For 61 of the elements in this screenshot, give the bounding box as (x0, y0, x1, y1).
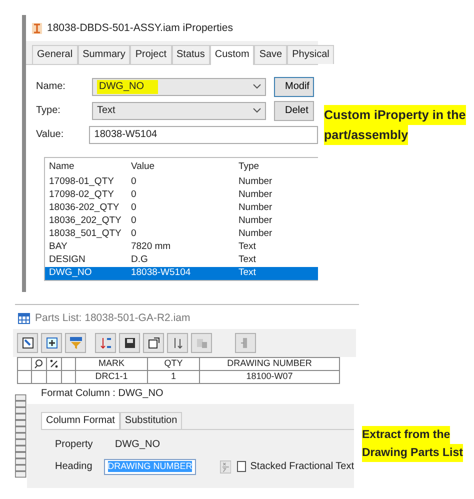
percent-icon (49, 358, 59, 370)
toolbar-button[interactable] (167, 332, 188, 353)
list-row[interactable]: BAY 7820 mm Text (45, 240, 318, 254)
app-icon (32, 22, 42, 34)
dialog-title: Format Column : DWG_NO (40, 386, 164, 401)
tab[interactable]: Custom (210, 44, 254, 65)
property-value: DWG_NO (115, 438, 160, 451)
tab[interactable]: Summary (78, 44, 130, 64)
field-label: Heading (55, 460, 94, 473)
list-row[interactable]: 18036_202_QTY 0 Number (45, 214, 318, 228)
table-cell: 18100-W07 (200, 370, 340, 384)
list-row[interactable]: DWG_NO 18038-W5104 Text (45, 266, 318, 280)
field-label: Value: (36, 128, 65, 141)
sort-icon (98, 336, 112, 350)
table-cell: 1 (148, 370, 200, 384)
column-header[interactable]: QTY (148, 357, 200, 370)
list-row[interactable]: DESIGN D.G Text (45, 254, 318, 267)
insert-row-icon (44, 336, 58, 350)
table-cell (62, 370, 76, 384)
table-cell (18, 370, 32, 384)
tab[interactable]: Column Format (41, 412, 120, 429)
field-label: Name: (36, 80, 66, 93)
field-label: Type: (36, 104, 62, 117)
dropdown-field[interactable]: DWG_NO (92, 78, 266, 96)
window-title: Parts List: 18038-501-GA-R2.iam (35, 312, 190, 325)
filter-icon (68, 336, 82, 350)
input-field[interactable]: 18038-W5104 (89, 126, 318, 144)
column-header[interactable]: MARK (76, 357, 148, 370)
tab[interactable]: General (32, 44, 78, 64)
tab[interactable]: Project (130, 44, 172, 64)
list-row[interactable]: 18036-202_QTY 0 Number (45, 202, 318, 215)
delete-button[interactable]: Delet (274, 100, 314, 121)
chevron-icon (253, 108, 261, 114)
tab[interactable]: Physical (287, 44, 334, 64)
list-row[interactable]: 17098-02_QTY 0 Number (45, 188, 318, 202)
checkbox[interactable] (236, 461, 246, 472)
fraction-icon (220, 458, 231, 475)
chevron-icon (253, 84, 261, 90)
field-label: Property (55, 438, 94, 451)
toolbar-button[interactable] (119, 332, 140, 353)
tab[interactable]: Save (254, 44, 288, 64)
save-icon (122, 336, 136, 350)
window-title: 18038-DBDS-501-ASSY.iam iProperties (47, 22, 233, 35)
list-row[interactable]: 18038_501_QTY 0 Number (45, 228, 318, 241)
column-header[interactable]: Name (45, 158, 127, 176)
search-icon (34, 358, 44, 370)
table-cell: DRC1-1 (76, 370, 148, 384)
list-row[interactable]: 17098-01_QTY 0 Number (45, 176, 318, 189)
modify-button[interactable]: Modif (274, 76, 314, 97)
dropdown-field[interactable]: Text (92, 102, 266, 120)
annotation-text: Extract from the Drawing Parts List (362, 426, 474, 462)
table-icon (18, 312, 30, 324)
annotation-text: Custom iProperty in the part/assembly (324, 105, 469, 145)
toolbar-button[interactable] (41, 332, 62, 353)
checkbox-label: Stacked Fractional Text (250, 460, 354, 473)
toolbar-button[interactable] (17, 332, 38, 353)
tab[interactable]: Status (172, 44, 210, 64)
column-header[interactable]: Type (234, 158, 298, 176)
toolbar-button[interactable] (143, 332, 164, 353)
column-header[interactable]: Value (126, 158, 234, 176)
column-header[interactable]: DRAWING NUMBER (200, 357, 340, 370)
